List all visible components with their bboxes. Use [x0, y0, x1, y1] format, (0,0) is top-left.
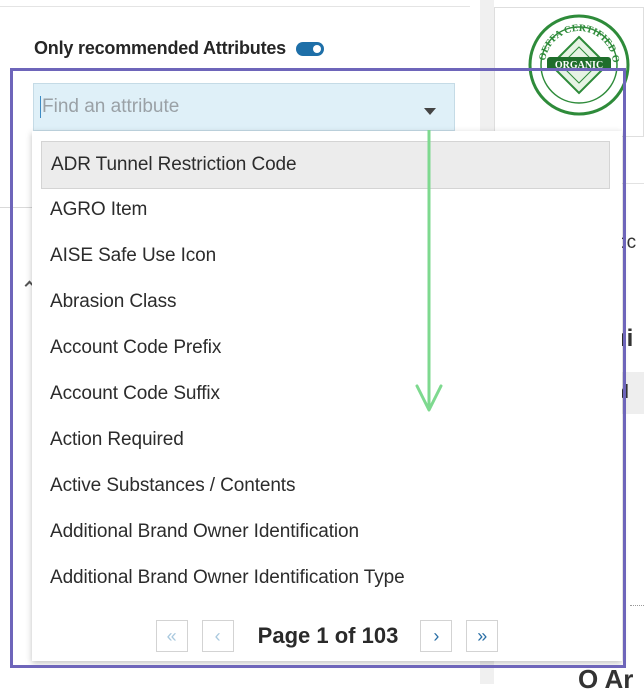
- toggle-knob: [312, 44, 321, 53]
- organic-seal-logo: OEFFA CERTIFIED ORGANIC ORGANIC: [527, 13, 630, 116]
- dotted-divider: [630, 605, 644, 606]
- list-item[interactable]: Additional Brand Owner Identification Ty…: [41, 555, 610, 601]
- last-page-button[interactable]: »: [466, 620, 499, 652]
- list-item[interactable]: AISE Safe Use Icon: [41, 233, 610, 279]
- recommended-toggle[interactable]: [295, 41, 324, 56]
- option-label: Active Substances / Contents: [50, 475, 296, 496]
- divider: [0, 207, 32, 208]
- list-item[interactable]: Additional Brand Owner Identification: [41, 509, 610, 555]
- list-item[interactable]: ADR Tunnel Restriction Code: [41, 141, 610, 189]
- recommended-filter: Only recommended Attributes: [34, 38, 324, 59]
- page-indicator: Page 1 of 103: [257, 623, 399, 648]
- option-label: Additional Brand Owner Identification: [50, 521, 359, 542]
- option-label: AGRO Item: [50, 199, 148, 220]
- attribute-search-combobox[interactable]: [33, 83, 455, 131]
- option-label: Additional Brand Owner Identification Ty…: [50, 567, 405, 588]
- arrow-down-icon: [415, 130, 443, 412]
- option-label: ADR Tunnel Restriction Code: [51, 154, 297, 175]
- attribute-dropdown-list: ADR Tunnel Restriction Code AGRO Item AI…: [32, 131, 622, 661]
- option-label: Abrasion Class: [50, 291, 177, 312]
- option-label: AISE Safe Use Icon: [50, 245, 217, 266]
- divider: [0, 6, 470, 7]
- list-item[interactable]: Account Code Suffix: [41, 371, 610, 417]
- option-list: ADR Tunnel Restriction Code AGRO Item AI…: [32, 141, 622, 601]
- list-item[interactable]: Action Required: [41, 417, 610, 463]
- list-item[interactable]: Active Substances / Contents: [41, 463, 610, 509]
- first-page-button[interactable]: «: [155, 620, 188, 652]
- list-item[interactable]: Account Code Prefix: [41, 325, 610, 371]
- attribute-search-input[interactable]: [34, 84, 412, 130]
- previous-page-button[interactable]: ‹: [201, 620, 234, 652]
- list-item[interactable]: AGRO Item: [41, 187, 610, 233]
- seal-center-text: ORGANIC: [555, 60, 603, 71]
- pagination: « ‹ Page 1 of 103 › »: [32, 618, 622, 654]
- list-item[interactable]: Abrasion Class: [41, 279, 610, 325]
- background-heading-fragment: O Ar: [578, 664, 634, 694]
- option-label: Action Required: [50, 429, 184, 450]
- recommended-filter-label: Only recommended Attributes: [34, 38, 286, 58]
- text-cursor: [40, 96, 41, 118]
- caret-down-icon[interactable]: [424, 108, 436, 115]
- option-label: Account Code Suffix: [50, 383, 220, 404]
- option-label: Account Code Prefix: [50, 337, 222, 358]
- next-page-button[interactable]: ›: [420, 620, 453, 652]
